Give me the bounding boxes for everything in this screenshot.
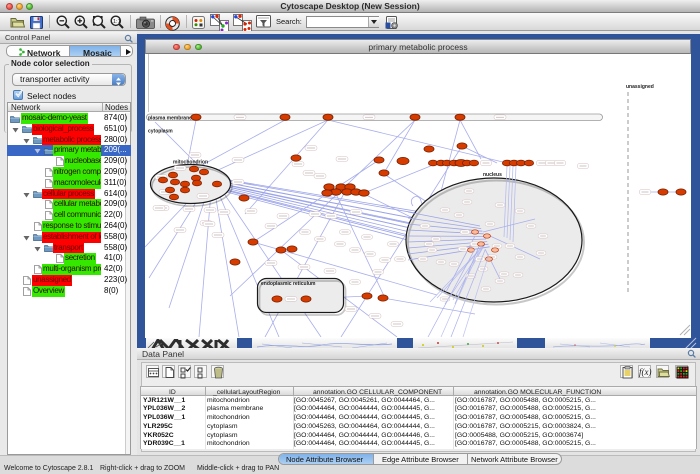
svg-text:1:1: 1:1 xyxy=(113,19,121,25)
svg-text:endoplasmic reticulum: endoplasmic reticulum xyxy=(261,281,316,287)
svg-text:cytoplasm: cytoplasm xyxy=(148,129,173,135)
svg-text:nucleus: nucleus xyxy=(483,172,502,178)
svg-text:mitochondrion: mitochondrion xyxy=(173,160,208,166)
svg-text:plasma membrane: plasma membrane xyxy=(148,116,192,122)
svg-text:unassigned: unassigned xyxy=(626,84,654,90)
